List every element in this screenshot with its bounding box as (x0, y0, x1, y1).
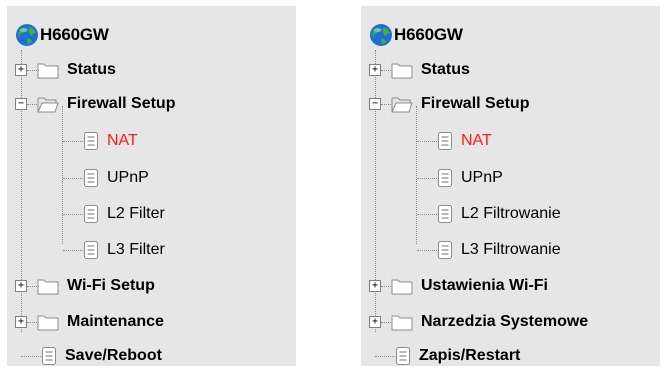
maintenance-label: Maintenance (67, 313, 164, 330)
tree-item-firewall-setup[interactable]: − Firewall Setup (369, 92, 529, 116)
tree-item-status[interactable]: + Status (369, 58, 470, 82)
globe-icon (369, 23, 393, 47)
tree-root[interactable]: H660GW (15, 23, 109, 47)
tree-dash (417, 213, 437, 215)
tree-item-nat[interactable]: NAT (63, 129, 138, 153)
tree-item-nat[interactable]: NAT (417, 129, 492, 153)
tree-item-status[interactable]: + Status (15, 58, 116, 82)
tree-item-l3-filter[interactable]: L3 Filter (63, 238, 165, 262)
folder-icon (37, 277, 59, 295)
tree-item-l3-filter[interactable]: L3 Filtrowanie (417, 238, 561, 262)
save-reboot-label: Zapis/Restart (419, 347, 521, 364)
firewall-setup-label: Firewall Setup (421, 95, 530, 112)
tree-dash (63, 177, 83, 179)
nat-label: NAT (107, 132, 138, 149)
maintenance-label: Narzedzia Systemowe (421, 313, 589, 330)
tree-item-upnp[interactable]: UPnP (417, 166, 503, 190)
nat-label: NAT (461, 132, 492, 149)
status-label: Status (421, 61, 470, 78)
tree-dash (27, 285, 37, 287)
folder-icon (391, 61, 413, 79)
root-label: H660GW (394, 25, 463, 44)
folder-open-icon (37, 95, 59, 113)
root-label: H660GW (40, 25, 109, 44)
l2-filter-label: L2 Filtrowanie (461, 205, 561, 222)
expand-plus-icon[interactable]: + (369, 316, 381, 328)
wifi-setup-label: Wi-Fi Setup (67, 277, 155, 294)
tree-dash (381, 321, 391, 323)
wifi-setup-label: Ustawienia Wi-Fi (421, 277, 548, 294)
document-icon (83, 204, 99, 224)
tree-item-wifi-setup[interactable]: + Ustawienia Wi-Fi (369, 274, 548, 298)
tree-dash (417, 140, 437, 142)
expand-plus-icon[interactable]: + (15, 316, 27, 328)
tree-item-wifi-setup[interactable]: + Wi-Fi Setup (15, 274, 155, 298)
tree-dash (63, 140, 83, 142)
folder-icon (37, 61, 59, 79)
tree-dash (63, 249, 83, 251)
tree-item-l2-filter[interactable]: L2 Filter (63, 202, 165, 226)
document-icon (83, 240, 99, 260)
document-icon (395, 346, 411, 366)
collapse-minus-icon[interactable]: − (15, 98, 27, 110)
tree-dash (27, 321, 37, 323)
tree-root[interactable]: H660GW (369, 23, 463, 47)
folder-icon (37, 313, 59, 331)
tree-dash (375, 355, 395, 357)
tree-dash (63, 213, 83, 215)
document-icon (437, 240, 453, 260)
document-icon (83, 168, 99, 188)
expand-plus-icon[interactable]: + (369, 280, 381, 292)
expand-plus-icon[interactable]: + (369, 64, 381, 76)
document-icon (41, 346, 57, 366)
globe-icon (15, 23, 39, 47)
upnp-label: UPnP (107, 169, 149, 186)
folder-icon (391, 277, 413, 295)
left-tree-panel: H660GW + Status − Firewall Setup NAT UPn… (7, 6, 296, 366)
tree-item-save-reboot[interactable]: Zapis/Restart (375, 344, 520, 368)
tree-item-maintenance[interactable]: + Narzedzia Systemowe (369, 310, 588, 334)
tree-item-save-reboot[interactable]: Save/Reboot (21, 344, 162, 368)
document-icon (437, 168, 453, 188)
firewall-setup-label: Firewall Setup (67, 95, 176, 112)
l3-filter-label: L3 Filtrowanie (461, 241, 561, 258)
tree-item-upnp[interactable]: UPnP (63, 166, 149, 190)
expand-plus-icon[interactable]: + (15, 280, 27, 292)
status-label: Status (67, 61, 116, 78)
document-icon (83, 131, 99, 151)
tree-item-firewall-setup[interactable]: − Firewall Setup (15, 92, 175, 116)
document-icon (437, 131, 453, 151)
tree-dash (417, 177, 437, 179)
expand-plus-icon[interactable]: + (15, 64, 27, 76)
tree-dash (21, 355, 41, 357)
right-tree-panel: H660GW + Status − Firewall Setup NAT UPn… (361, 6, 660, 366)
l3-filter-label: L3 Filter (107, 241, 165, 258)
folder-icon (391, 313, 413, 331)
upnp-label: UPnP (461, 169, 503, 186)
save-reboot-label: Save/Reboot (65, 347, 162, 364)
tree-dash (27, 103, 37, 105)
tree-item-maintenance[interactable]: + Maintenance (15, 310, 164, 334)
collapse-minus-icon[interactable]: − (369, 98, 381, 110)
folder-open-icon (391, 95, 413, 113)
l2-filter-label: L2 Filter (107, 205, 165, 222)
tree-dash (417, 249, 437, 251)
tree-dash (27, 69, 37, 71)
tree-dash (381, 103, 391, 105)
document-icon (437, 204, 453, 224)
tree-dash (381, 285, 391, 287)
tree-dash (381, 69, 391, 71)
tree-item-l2-filter[interactable]: L2 Filtrowanie (417, 202, 561, 226)
